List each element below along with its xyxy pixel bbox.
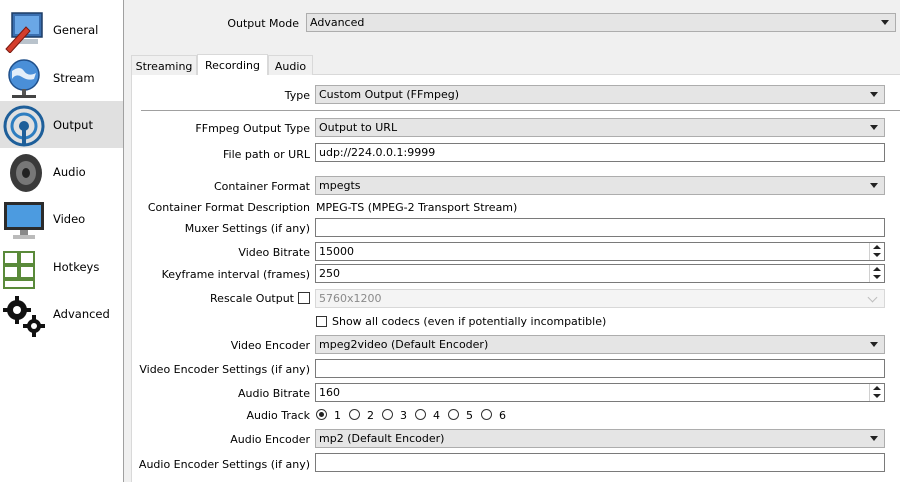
sidebar-item-label: Audio (53, 165, 86, 179)
rescale-output-value: 5760x1200 (319, 292, 382, 305)
audio-track-option-label: 2 (367, 409, 374, 422)
video-encoder-select[interactable]: mpeg2video (Default Encoder) (315, 335, 885, 354)
container-format-select[interactable]: mpegts (315, 176, 885, 195)
sidebar-item-label: General (53, 23, 99, 37)
audio-encoder-settings-label: Audio Encoder Settings (if any) (138, 458, 310, 471)
container-format-label: Container Format (213, 180, 310, 193)
audio-track-option-label: 3 (400, 409, 407, 422)
chevron-down-icon (881, 20, 889, 25)
video-encoder-label: Video Encoder (230, 339, 310, 352)
rescale-output-select[interactable]: 5760x1200 (315, 289, 885, 308)
audio-track-option-label: 6 (499, 409, 506, 422)
audio-bitrate-label: Audio Bitrate (237, 387, 310, 400)
keyboard-icon (3, 251, 35, 289)
tab-label: Audio (274, 60, 307, 73)
chevron-down-icon (870, 125, 878, 130)
audio-encoder-value: mp2 (Default Encoder) (319, 432, 445, 445)
tab-label: Recording (204, 59, 261, 72)
show-all-codecs-label: Show all codecs (even if potentially inc… (332, 315, 607, 328)
sidebar-item-general[interactable]: General (0, 6, 123, 53)
speaker-icon (10, 154, 42, 192)
general-icon (5, 12, 43, 53)
container-format-value: mpegts (319, 179, 361, 192)
spinner-arrows-icon[interactable] (869, 265, 884, 282)
output-mode-value: Advanced (310, 16, 365, 29)
video-bitrate-spinbox[interactable]: 15000 (315, 242, 885, 261)
sidebar-item-label: Output (53, 118, 93, 132)
monitor-icon (4, 202, 44, 239)
audio-track-radio-2[interactable] (349, 409, 360, 420)
sidebar-item-label: Advanced (53, 307, 110, 321)
keyframe-interval-spinbox[interactable]: 250 (315, 264, 885, 283)
muxer-settings-label: Muxer Settings (if any) (184, 222, 310, 235)
sidebar-item-advanced[interactable]: Advanced (0, 290, 123, 337)
type-value: Custom Output (FFmpeg) (319, 88, 460, 101)
chevron-down-icon (870, 436, 878, 441)
keyframe-interval-value: 250 (319, 267, 340, 280)
type-select[interactable]: Custom Output (FFmpeg) (315, 85, 885, 104)
audio-encoder-select[interactable]: mp2 (Default Encoder) (315, 429, 885, 448)
tab-streaming[interactable]: Streaming (131, 55, 197, 75)
tab-label: Streaming (135, 60, 193, 73)
audio-bitrate-spinbox[interactable]: 160 (315, 383, 885, 402)
audio-track-radio-4[interactable] (415, 409, 426, 420)
rescale-output-checkbox[interactable] (298, 292, 310, 304)
audio-track-label: Audio Track (246, 409, 310, 422)
file-path-label: File path or URL (223, 148, 310, 161)
audio-track-option-label: 1 (334, 409, 341, 422)
sidebar-item-output[interactable]: Output (0, 101, 123, 148)
type-label: Type (284, 89, 310, 102)
sidebar-item-hotkeys[interactable]: Hotkeys (0, 243, 123, 290)
chevron-down-icon (870, 342, 878, 347)
spinner-arrows-icon[interactable] (869, 243, 884, 260)
audio-track-option-label: 5 (466, 409, 473, 422)
audio-track-option-label: 4 (433, 409, 440, 422)
sidebar-item-video[interactable]: Video (0, 195, 123, 242)
video-encoder-value: mpeg2video (Default Encoder) (319, 338, 489, 351)
gears-icon (3, 296, 45, 337)
audio-track-radio-1[interactable] (316, 409, 327, 420)
video-bitrate-value: 15000 (319, 245, 354, 258)
stream-icon (8, 59, 40, 98)
sidebar-item-audio[interactable]: Audio (0, 148, 123, 195)
chevron-down-icon (870, 183, 878, 188)
keyframe-interval-label: Keyframe interval (frames) (161, 268, 310, 281)
ffmpeg-output-type-select[interactable]: Output to URL (315, 118, 885, 137)
audio-encoder-label: Audio Encoder (230, 433, 310, 446)
separator (141, 110, 900, 111)
sidebar-item-label: Video (53, 212, 86, 226)
muxer-settings-input[interactable] (315, 218, 885, 237)
video-bitrate-label: Video Bitrate (238, 246, 310, 259)
audio-track-radio-5[interactable] (448, 409, 459, 420)
chevron-down-icon (867, 292, 878, 303)
sidebar-item-stream[interactable]: Stream (0, 54, 123, 101)
rescale-output-label: Rescale Output (210, 292, 294, 305)
audio-track-radio-3[interactable] (382, 409, 393, 420)
output-mode-label: Output Mode (227, 17, 299, 30)
file-path-input[interactable]: udp://224.0.0.1:9999 (315, 143, 885, 162)
show-all-codecs-checkbox[interactable] (316, 316, 327, 327)
chevron-down-icon (870, 92, 878, 97)
settings-sidebar: General Stream Output Audio Video Hotkey… (0, 0, 124, 482)
audio-bitrate-value: 160 (319, 386, 340, 399)
ffmpeg-output-type-value: Output to URL (319, 121, 398, 134)
tab-recording[interactable]: Recording (197, 54, 268, 75)
tab-audio[interactable]: Audio (268, 55, 313, 75)
output-icon (3, 105, 45, 147)
sidebar-item-label: Hotkeys (53, 260, 100, 274)
audio-track-radio-6[interactable] (481, 409, 492, 420)
spinner-arrows-icon[interactable] (869, 384, 884, 401)
output-mode-select[interactable]: Advanced (306, 13, 896, 32)
video-encoder-settings-label: Video Encoder Settings (if any) (139, 363, 310, 376)
container-format-description-label: Container Format Description (147, 201, 310, 214)
audio-encoder-settings-input[interactable] (315, 453, 885, 472)
sidebar-item-label: Stream (53, 71, 95, 85)
video-encoder-settings-input[interactable] (315, 359, 885, 378)
container-format-description-value: MPEG-TS (MPEG-2 Transport Stream) (316, 201, 518, 214)
ffmpeg-output-type-label: FFmpeg Output Type (195, 122, 310, 135)
